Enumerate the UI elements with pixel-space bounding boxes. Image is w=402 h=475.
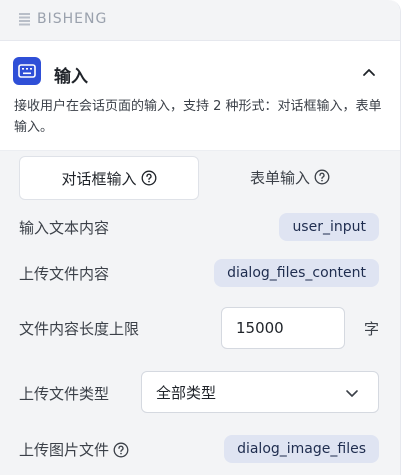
node-header: 输入 bbox=[0, 50, 400, 96]
question-circle-icon[interactable] bbox=[113, 442, 129, 458]
field-row-file-type: 上传文件类型 全部类型 bbox=[0, 371, 400, 415]
field-label: 上传文件类型 bbox=[19, 385, 110, 403]
chevron-down-icon bbox=[346, 390, 358, 397]
input-mode-tabs: 对话框输入 表单输入 bbox=[0, 150, 400, 205]
node-description: 接收用户在会话页面的输入，支持 2 种形式：对话框输入，表单输入。 bbox=[14, 99, 382, 135]
chevron-up-icon[interactable] bbox=[360, 64, 378, 82]
node-title: 输入 bbox=[54, 67, 88, 87]
tab-label: 对话框输入 bbox=[61, 169, 137, 188]
field-label-with-help: 上传图片文件 bbox=[19, 439, 129, 460]
max-length-input[interactable] bbox=[221, 307, 345, 349]
variable-chip[interactable]: user_input bbox=[279, 213, 379, 241]
select-value: 全部类型 bbox=[156, 383, 217, 402]
field-row-image-files: 上传图片文件 dialog_image_files bbox=[0, 434, 400, 464]
brand-name: BISHENG bbox=[37, 11, 108, 27]
variable-chip[interactable]: dialog_files_content bbox=[214, 259, 379, 287]
question-circle-icon[interactable] bbox=[314, 169, 330, 185]
tab-dialog-input[interactable]: 对话框输入 bbox=[19, 156, 199, 200]
unit-label: 字 bbox=[364, 320, 380, 338]
field-row-max-length: 文件内容长度上限 字 bbox=[0, 306, 400, 350]
field-label: 上传文件内容 bbox=[19, 265, 110, 283]
field-label: 上传图片文件 bbox=[19, 441, 110, 459]
field-label: 文件内容长度上限 bbox=[19, 320, 140, 338]
question-circle-icon[interactable] bbox=[141, 170, 157, 186]
file-type-select[interactable]: 全部类型 bbox=[141, 371, 379, 413]
field-row-text-input: 输入文本内容 user_input bbox=[0, 212, 400, 242]
input-node-card: BISHENG 输入 接收用户在会话页面的输入，支持 2 种形式：对话框输入，表… bbox=[0, 0, 401, 475]
tab-label: 表单输入 bbox=[249, 168, 310, 187]
dialog-input-panel: 输入文本内容 user_input 上传文件内容 dialog_files_co… bbox=[0, 204, 400, 475]
field-row-file-content: 上传文件内容 dialog_files_content bbox=[0, 258, 400, 288]
tab-form-input[interactable]: 表单输入 bbox=[200, 156, 380, 198]
bisheng-logo-icon bbox=[19, 13, 30, 26]
variable-chip[interactable]: dialog_image_files bbox=[224, 435, 379, 463]
keyboard-icon bbox=[13, 57, 41, 85]
top-bar: BISHENG bbox=[0, 0, 400, 41]
field-label: 输入文本内容 bbox=[19, 219, 110, 237]
brand: BISHENG bbox=[18, 11, 107, 27]
